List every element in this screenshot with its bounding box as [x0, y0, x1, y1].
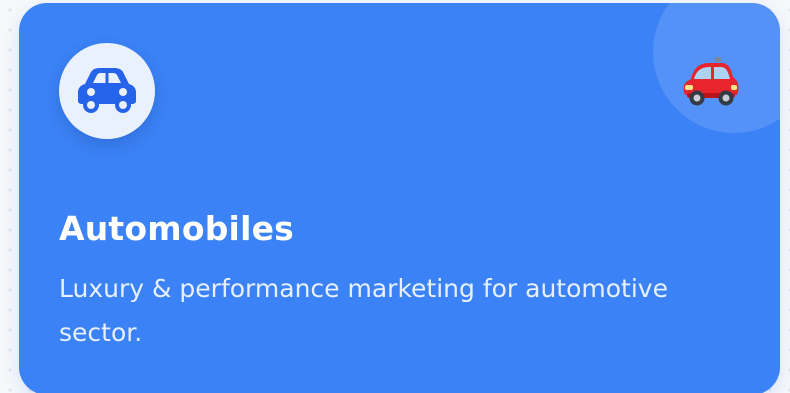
category-card-automobiles[interactable]: Automobiles Luxury & performance marketi…	[19, 3, 780, 393]
car-icon	[78, 68, 136, 113]
card-title: Automobiles	[59, 209, 295, 248]
car-icon-badge	[59, 43, 155, 139]
card-description: Luxury & performance marketing for autom…	[59, 274, 668, 347]
red-car-emoji-icon	[683, 57, 739, 106]
